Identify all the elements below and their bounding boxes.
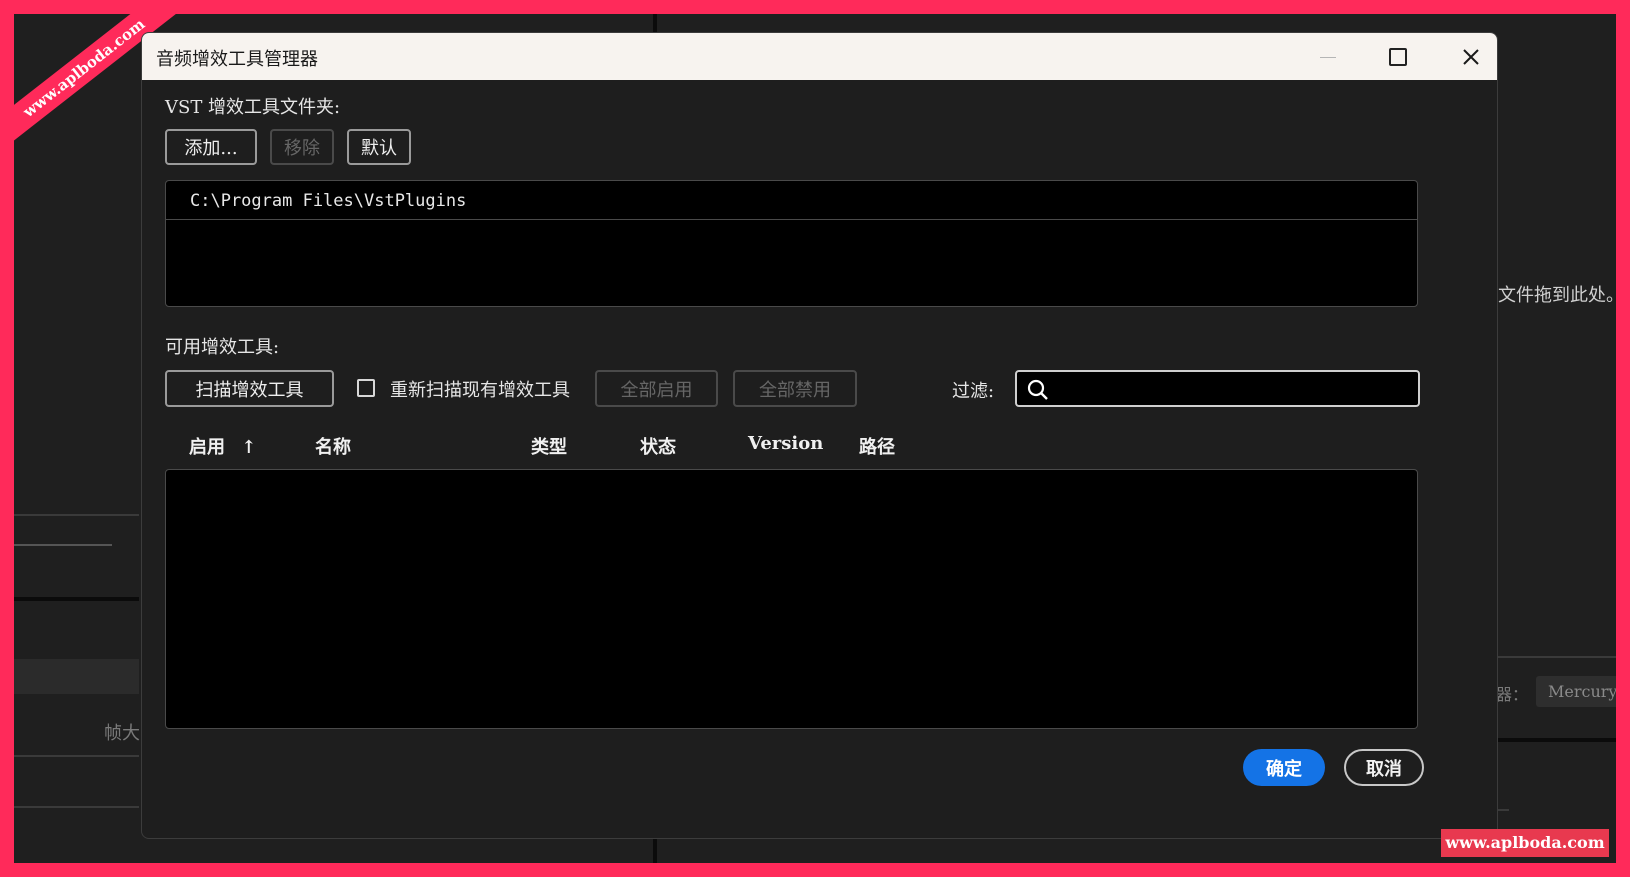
column-header-name[interactable]: 名称 xyxy=(315,433,351,459)
add-folder-button[interactable]: 添加... xyxy=(165,129,257,165)
filter-search-field[interactable] xyxy=(1015,370,1420,407)
plugin-list-table[interactable] xyxy=(165,469,1418,729)
vst-folder-list[interactable]: C:\Program Files\VstPlugins xyxy=(165,180,1418,307)
folder-list-item[interactable]: C:\Program Files\VstPlugins xyxy=(166,181,1417,220)
column-header-enabled[interactable]: 启用 ↑ xyxy=(189,433,256,459)
background-slider xyxy=(14,544,112,546)
renderer-select[interactable]: Mercury xyxy=(1536,676,1616,707)
default-folder-button[interactable]: 默认 xyxy=(347,129,411,165)
ok-button[interactable]: 确定 xyxy=(1243,749,1325,786)
background-rule xyxy=(14,806,139,808)
frame-size-label: 帧大 xyxy=(104,723,140,744)
background-panel xyxy=(14,659,139,694)
background-rule xyxy=(14,597,139,601)
column-label-enabled: 启用 xyxy=(189,437,225,458)
minimize-button[interactable] xyxy=(1305,41,1351,73)
maximize-button[interactable] xyxy=(1375,41,1421,73)
column-header-version[interactable]: Version xyxy=(748,433,823,454)
background-rule xyxy=(14,514,139,516)
sort-ascending-icon: ↑ xyxy=(241,437,257,458)
remove-folder-button[interactable]: 移除 xyxy=(270,129,334,165)
background-rule xyxy=(1494,738,1616,742)
column-header-path[interactable]: 路径 xyxy=(859,433,895,459)
enable-all-button[interactable]: 全部启用 xyxy=(595,370,718,407)
disable-all-button[interactable]: 全部禁用 xyxy=(733,370,857,407)
scan-plugins-button[interactable]: 扫描增效工具 xyxy=(165,370,334,407)
maximize-icon xyxy=(1389,48,1407,66)
search-icon xyxy=(1027,379,1048,400)
available-plugins-label: 可用增效工具: xyxy=(165,337,280,358)
filter-label: 过滤: xyxy=(952,381,995,402)
close-button[interactable] xyxy=(1448,41,1494,73)
minimize-icon xyxy=(1320,56,1336,58)
column-header-status[interactable]: 状态 xyxy=(640,433,676,459)
watermark-bottom: www.aplboda.com xyxy=(1441,829,1609,857)
column-header-type[interactable]: 类型 xyxy=(531,433,567,459)
drop-hint-text: 文件拖到此处。 xyxy=(1498,285,1616,306)
close-icon xyxy=(1463,49,1479,65)
rescan-existing-label[interactable]: 重新扫描现有增效工具 xyxy=(390,376,570,402)
cancel-button[interactable]: 取消 xyxy=(1344,749,1424,786)
renderer-label: 器： xyxy=(1496,685,1529,704)
rescan-existing-checkbox[interactable] xyxy=(357,379,375,397)
title-bar[interactable]: 音频增效工具管理器 xyxy=(142,33,1497,80)
dialog-title: 音频增效工具管理器 xyxy=(156,49,318,70)
vst-folders-label: VST 增效工具文件夹: xyxy=(165,97,341,118)
background-rule xyxy=(1494,656,1616,658)
audio-plugin-manager-dialog: 音频增效工具管理器 VST 增效工具文件夹: 添加... 移除 默认 C:\Pr… xyxy=(141,32,1498,839)
background-rule xyxy=(14,755,139,757)
